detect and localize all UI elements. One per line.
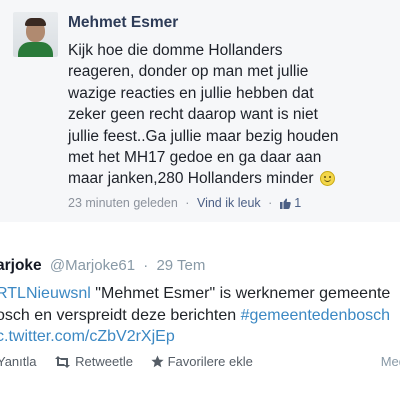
reply-button[interactable]: Yanıtla — [0, 354, 37, 369]
comment-timestamp[interactable]: 23 minuten geleden — [68, 196, 178, 210]
meta-separator: · — [185, 196, 190, 210]
thumbs-up-icon[interactable] — [279, 198, 291, 212]
comment-text: Kijk hoe die domme Hollanders reageren, … — [68, 40, 398, 190]
comment-line: maar janken,280 Hollanders minder — [68, 170, 314, 188]
tweet-header: arjoke @Marjoke61 · 29 Tem — [0, 257, 205, 275]
retweet-label: Retweetle — [75, 354, 133, 369]
avatar-shirt — [18, 42, 53, 57]
tweet-author-handle[interactable]: @Marjoke61 — [50, 257, 135, 274]
comment-line-last: maar janken,280 Hollanders minder — [68, 168, 398, 189]
tweet-text-segment: "Mehmet Esmer" is werknemer gemeente — [90, 285, 391, 302]
comment-line: zeker geen recht daarop want is niet — [68, 106, 318, 124]
comment-meta: 23 minuten geleden · Vind ik leuk · 1 — [68, 196, 301, 212]
tweet-author-name[interactable]: arjoke — [0, 257, 42, 274]
more-button[interactable]: Med — [381, 354, 400, 369]
tweet-actions: Yanıtla Retweetle Favorilere ekle — [0, 354, 267, 369]
retweet-icon — [55, 356, 71, 368]
tweet-media-link[interactable]: c.twitter.com/cZbV2rXjEp — [0, 328, 175, 345]
comment-line: wazige reacties en jullie hebben dat — [68, 84, 314, 102]
section-divider — [0, 222, 400, 250]
tweet-hashtag-link[interactable]: #gemeentedenbosch — [241, 307, 390, 324]
like-button[interactable]: Vind ik leuk — [197, 196, 261, 210]
star-icon — [150, 355, 164, 368]
meta-separator: · — [268, 196, 273, 210]
comment-line: met het MH17 gedoe en ga daar aan — [68, 149, 322, 167]
facebook-comment-card: Mehmet Esmer Kijk hoe die domme Hollande… — [0, 0, 400, 222]
comment-author-name[interactable]: Mehmet Esmer — [68, 14, 178, 32]
tweet-text: RTLNieuwsnl "Mehmet Esmer" is werknemer … — [0, 283, 400, 348]
tweet-line: c.twitter.com/cZbV2rXjEp — [0, 326, 400, 348]
tweet: arjoke @Marjoke61 · 29 Tem RTLNieuwsnl "… — [0, 250, 400, 400]
tweet-text-segment: osch en verspreidt deze berichten — [0, 306, 241, 324]
tweet-header-dot: · — [143, 257, 149, 274]
tweet-line: RTLNieuwsnl "Mehmet Esmer" is werknemer … — [0, 283, 400, 305]
tweet-line: osch en verspreidt deze berichten #gemee… — [0, 305, 400, 327]
comment-line: jullie feest..Ga jullie maar bezig houde… — [68, 127, 339, 145]
retweet-button[interactable]: Retweetle — [54, 354, 133, 369]
avatar[interactable] — [13, 12, 58, 57]
smiley-emoticon-icon — [319, 171, 335, 187]
like-count[interactable]: 1 — [294, 196, 301, 210]
favorite-label: Favorilere ekle — [167, 354, 253, 369]
reply-label: Yanıtla — [0, 354, 37, 369]
avatar-hair — [25, 18, 46, 26]
tweet-date[interactable]: 29 Tem — [156, 257, 205, 274]
comment-line: reageren, donder op man met jullie — [68, 63, 309, 81]
favorite-button[interactable]: Favorilere ekle — [150, 354, 253, 369]
comment-line: Kijk hoe die domme Hollanders — [68, 42, 283, 59]
tweet-mention-link[interactable]: RTLNieuwsnl — [0, 285, 91, 302]
